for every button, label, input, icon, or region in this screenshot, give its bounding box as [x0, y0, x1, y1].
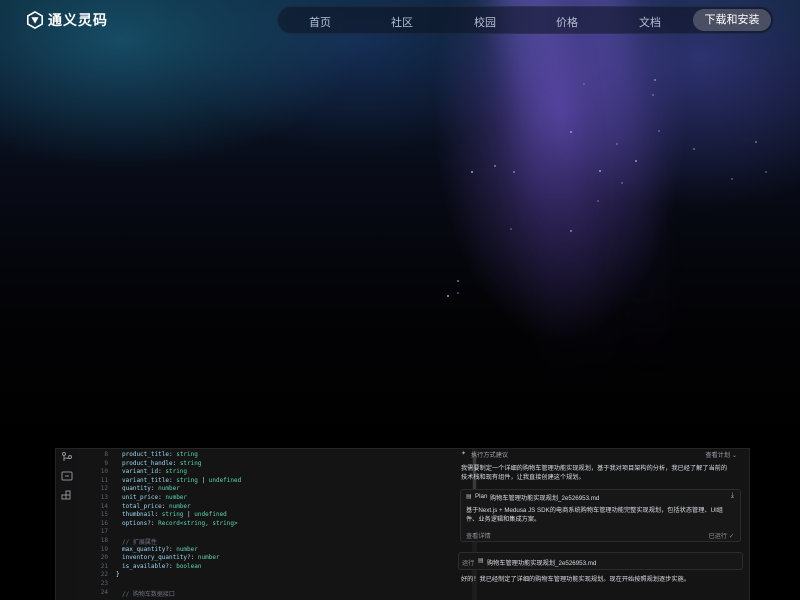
code-text: total_price: number	[122, 502, 191, 510]
line-number: 18	[100, 537, 108, 544]
line-number: 19	[100, 545, 108, 553]
star	[620, 181, 623, 184]
code-text: }	[116, 571, 120, 579]
top-nav: 通义灵码 首页 社区 校园 价格 文档 下载和安装	[0, 0, 800, 40]
remote-window-icon[interactable]	[61, 470, 73, 482]
source-control-icon[interactable]	[61, 451, 73, 463]
nav-menu: 首页 社区 校园 价格 文档 下载和安装	[277, 6, 774, 34]
star	[596, 200, 599, 203]
line-number: 16	[100, 519, 108, 527]
code-text: inventory_quantity?: number	[122, 554, 220, 562]
nav-item-pricing[interactable]: 价格	[556, 14, 578, 30]
line-number: 9	[104, 459, 108, 467]
brand-logo[interactable]: 通义灵码	[26, 10, 108, 30]
line-number: 13	[100, 494, 108, 501]
run-card[interactable]: 运行 ▤ 购物车管理功能实现规划_2e526953.md	[458, 552, 743, 570]
star	[512, 170, 515, 173]
star	[457, 291, 460, 294]
line-number: 15	[100, 511, 108, 519]
code-text: variant_id: string	[122, 468, 188, 476]
line-number: 21	[100, 562, 108, 570]
chat-intro: 我需要制定一个详细的购物车管理功能实现规划，基于我对项目架构的分析，我已经了解了…	[461, 464, 739, 482]
line-number: 24	[100, 588, 108, 596]
star	[494, 164, 497, 167]
nav-item-home[interactable]: 首页	[309, 14, 331, 30]
chat-header-title: 执行方式建议	[471, 452, 509, 459]
star	[615, 142, 618, 145]
download-icon[interactable]: ⤓	[731, 492, 734, 500]
hero-background	[0, 0, 800, 450]
view-plan-toggle[interactable]: 查看计划 ⌄	[705, 450, 737, 459]
plan-label: Plan	[475, 493, 488, 500]
line-number: 10	[100, 468, 108, 476]
line-number: 20	[100, 554, 108, 562]
star	[569, 131, 572, 134]
view-details-link[interactable]: 查看详情	[466, 531, 491, 540]
line-number: 22	[100, 571, 108, 579]
activity-bar	[56, 449, 78, 600]
line-number: 17	[100, 528, 108, 536]
star	[456, 279, 459, 282]
line-number: 12	[100, 485, 108, 493]
star	[447, 294, 450, 297]
lightbulb-icon: ✦	[461, 451, 467, 457]
code-text: unit_price: number	[122, 494, 188, 501]
plan-description-line: 基于Next.js + Medusa JS SDK的电商系统购物车管理功能完整实…	[466, 507, 723, 514]
code-line: 24 // 购物车数据接口	[86, 589, 476, 598]
star	[730, 177, 733, 180]
star	[651, 94, 654, 96]
star	[765, 171, 768, 174]
code-text: product_handle: string	[122, 459, 202, 467]
star	[692, 147, 695, 150]
star	[471, 171, 474, 174]
run-file-name[interactable]: 购物车管理功能实现规划_2e526953.md	[487, 558, 596, 567]
nav-item-campus[interactable]: 校园	[474, 14, 496, 30]
code-text: is_available?: boolean	[122, 562, 202, 570]
plan-description: 基于Next.js + Medusa JS SDK的电商系统购物车管理功能完整实…	[466, 506, 738, 524]
star	[754, 141, 757, 144]
chat-intro-line: 技术栈和现有组件，让我直接创建这个规划。	[461, 474, 585, 481]
code-text: max_quantity?: number	[122, 545, 198, 553]
code-editor[interactable]: 8 product_title: string 9 product_handle: s…	[86, 449, 477, 600]
plan-file-name[interactable]: 购物车管理功能实现规划_2e526953.md	[490, 493, 599, 502]
star	[509, 227, 512, 230]
tongyi-lingma-logo-icon	[26, 11, 44, 29]
file-icon: ▤	[478, 558, 484, 564]
chat-header: ✦ 执行方式建议 查看计划 ⌄	[461, 449, 741, 459]
plan-description-line: 件、业务逻辑和集成方案。	[466, 516, 541, 523]
extensions-icon[interactable]	[61, 490, 73, 502]
plan-card[interactable]: ▤ Plan 购物车管理功能实现规划_2e526953.md ⤓ 基于Next.…	[460, 489, 741, 542]
chat-reply: 好的！我已经制定了详细的购物车管理功能实现规划。现在开始按照规划逐步实施。	[461, 576, 690, 583]
star	[598, 169, 601, 172]
ai-chat-panel: ✦ 执行方式建议 查看计划 ⌄ 我需要制定一个详细的购物车管理功能实现规划，基于…	[456, 449, 749, 600]
plan-status: 已运行 ✓	[708, 533, 734, 540]
brand-name: 通义灵码	[48, 12, 108, 28]
line-number: 14	[100, 502, 108, 510]
code-text: product_title: string	[122, 451, 198, 458]
ide-preview-panel: 8 product_title: string 9 product_handle: s…	[55, 448, 750, 600]
star	[658, 130, 661, 133]
code-text: variant_title: string | undefined	[122, 476, 242, 484]
line-number: 8	[104, 451, 108, 458]
nav-item-docs[interactable]: 文档	[639, 14, 661, 30]
chat-intro-line: 我需要制定一个详细的购物车管理功能实现规划，基于我对项目架构的分析，我已经了解了…	[461, 465, 728, 472]
code-text: options?: Record<string, string>	[122, 519, 238, 527]
line-number: 23	[100, 580, 108, 587]
line-number: 11	[100, 476, 108, 484]
code-text: quantity: number	[122, 485, 180, 493]
star	[653, 79, 656, 82]
nav-item-community[interactable]: 社区	[391, 14, 413, 30]
download-install-button[interactable]: 下载和安装	[693, 9, 771, 31]
run-label: 运行	[462, 560, 475, 567]
code-text: thumbnail: string | undefined	[122, 511, 227, 519]
star	[583, 82, 586, 85]
code-text: // 购物车数据接口	[122, 590, 175, 598]
file-icon: ▤	[466, 494, 472, 500]
